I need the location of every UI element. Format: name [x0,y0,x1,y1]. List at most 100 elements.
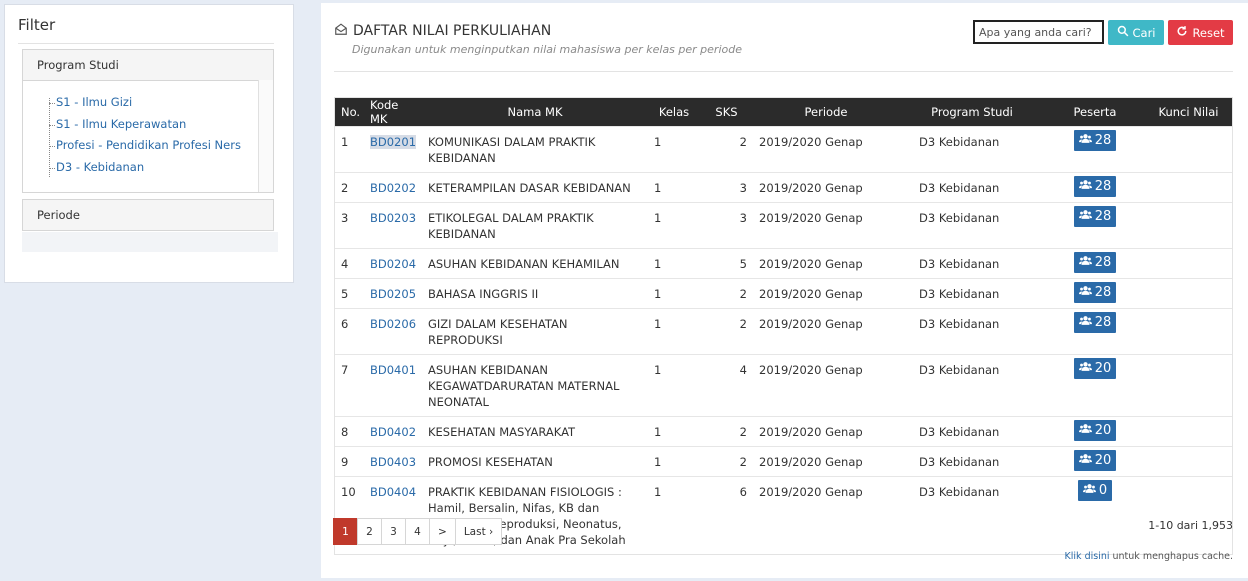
cell-kode: BD0206 [364,308,422,355]
users-icon [1078,423,1092,439]
kode-mk-link[interactable]: BD0205 [370,287,416,301]
page-link-1[interactable]: 1 [333,518,358,545]
cell-kode: BD0204 [364,248,422,279]
peserta-count: 20 [1094,422,1112,438]
users-icon [1078,209,1092,225]
peserta-button[interactable]: 20 [1073,450,1117,471]
periode-accordion-header[interactable]: Periode [22,199,274,231]
program-studi-scrollbar[interactable] [258,80,273,192]
cell-kunci-nilai [1145,476,1232,554]
kode-mk-link[interactable]: BD0202 [370,181,416,195]
col-header-nama: Nama MK [507,105,563,119]
program-studi-item: S1 - Ilmu Keperawatan [49,116,249,138]
program-studi-accordion-header[interactable]: Program Studi [22,49,274,81]
page-title: DAFTAR NILAI PERKULIAHAN [334,22,551,40]
cari-button[interactable]: Cari [1108,20,1164,45]
search-input[interactable] [973,20,1104,44]
cell-no: 2 [335,172,364,203]
cell-kode: BD0205 [364,278,422,309]
peserta-button[interactable]: 28 [1073,130,1117,151]
kode-mk-link[interactable]: BD0402 [370,425,416,439]
col-header-kunci-nilai: Kunci Nilai [1158,105,1219,119]
cell-no: 6 [335,308,364,355]
cell-periode: 2019/2020 Genap [753,446,899,477]
program-studi-link-d3-kebidanan[interactable]: D3 - Kebidanan [56,160,144,174]
cell-kode: BD0201 [364,126,422,173]
peserta-count: 28 [1094,208,1112,224]
cell-kelas: 1 [648,172,700,203]
cell-kunci-nilai [1145,416,1232,447]
envelope-open-icon [334,22,348,40]
peserta-button[interactable]: 28 [1073,206,1117,227]
cell-periode: 2019/2020 Genap [753,278,899,309]
cell-sks: 3 [700,172,753,203]
page-link-3[interactable]: 3 [381,518,406,545]
page-title-text: DAFTAR NILAI PERKULIAHAN [353,23,552,39]
cell-peserta: 20 [1045,416,1145,447]
users-icon [1078,133,1092,149]
kode-mk-link[interactable]: BD0203 [370,211,416,225]
nilai-table: No. Kode MK Nama MK Kelas SKS Periode Pr… [334,97,1233,555]
peserta-button[interactable]: 28 [1073,282,1117,303]
kode-mk-link[interactable]: BD0404 [370,485,416,499]
table-row: 8 BD0402 KESEHATAN MASYARAKAT 1 2 2019/2020 G… [335,416,1232,447]
col-header-program-studi: Program Studi [931,105,1013,119]
table-row: 2 BD0202 KETERAMPILAN DASAR KEBIDANAN 1 3 201… [335,172,1232,203]
page-link-4[interactable]: 4 [405,518,430,545]
cell-program-studi: D3 Kebidanan [899,416,1045,447]
program-studi-link-s1-gizi[interactable]: S1 - Ilmu Gizi [56,95,132,109]
peserta-count: 20 [1094,360,1112,376]
cell-kelas: 1 [648,446,700,477]
cell-nama-mk: GIZI DALAM KESEHATAN REPRODUKSI [422,308,648,355]
cell-kelas: 1 [648,354,700,417]
cell-peserta: 28 [1045,202,1145,249]
peserta-button[interactable]: 0 [1077,480,1113,501]
page-link-5[interactable]: > [429,518,456,545]
kode-mk-link[interactable]: BD0401 [370,363,416,377]
peserta-count: 28 [1094,178,1112,194]
kode-mk-link[interactable]: BD0206 [370,317,416,331]
program-studi-link-s1-keperawatan[interactable]: S1 - Ilmu Keperawatan [56,117,186,131]
cell-sks: 2 [700,126,753,173]
cell-periode: 2019/2020 Genap [753,126,899,173]
kode-mk-link[interactable]: BD0403 [370,455,416,469]
col-header-sks: SKS [715,105,738,119]
cell-kode: BD0202 [364,172,422,203]
peserta-button[interactable]: 20 [1073,358,1117,379]
users-icon [1078,361,1092,377]
table-row: 5 BD0205 BAHASA INGGRIS II 1 2 2019/2020 Gena… [335,278,1232,309]
page-link-6[interactable]: Last › [454,518,503,545]
kode-mk-link[interactable]: BD0201 [370,135,417,149]
table-header-row: No. Kode MK Nama MK Kelas SKS Periode Pr… [335,98,1232,127]
page-link-2[interactable]: 2 [357,518,382,545]
table-row: 4 BD0204 ASUHAN KEBIDANAN KEHAMILAN 1 5 2019/… [335,248,1232,279]
pagination: 1 2 3 4 > Last › [333,518,503,545]
peserta-button[interactable]: 28 [1073,312,1117,333]
program-studi-link-profesi-ners[interactable]: Profesi - Pendidikan Profesi Ners [56,138,241,152]
clear-cache-link[interactable]: Klik disini [1065,551,1110,562]
peserta-button[interactable]: 28 [1073,176,1117,197]
cell-periode: 2019/2020 Genap [753,172,899,203]
kode-mk-link[interactable]: BD0204 [370,257,416,271]
cell-no: 1 [335,126,364,173]
filter-divider [18,43,274,44]
peserta-count: 28 [1094,254,1112,270]
cell-sks: 2 [700,416,753,447]
cell-kelas: 1 [648,202,700,249]
cell-kelas: 1 [648,416,700,447]
reset-button[interactable]: Reset [1168,20,1233,45]
cell-periode: 2019/2020 Genap [753,308,899,355]
cell-peserta: 20 [1045,446,1145,477]
peserta-button[interactable]: 28 [1073,252,1117,273]
cell-nama-mk: KESEHATAN MASYARAKAT [422,416,648,447]
users-icon [1078,255,1092,271]
cell-peserta: 28 [1045,308,1145,355]
cell-nama-mk: KOMUNIKASI DALAM PRAKTIK KEBIDANAN [422,126,648,173]
col-header-peserta: Peserta [1073,105,1117,119]
cell-no: 4 [335,248,364,279]
cell-kelas: 1 [648,278,700,309]
peserta-button[interactable]: 20 [1073,420,1117,441]
peserta-count: 28 [1094,284,1112,300]
filter-title: Filter [18,16,56,34]
cell-sks: 4 [700,354,753,417]
